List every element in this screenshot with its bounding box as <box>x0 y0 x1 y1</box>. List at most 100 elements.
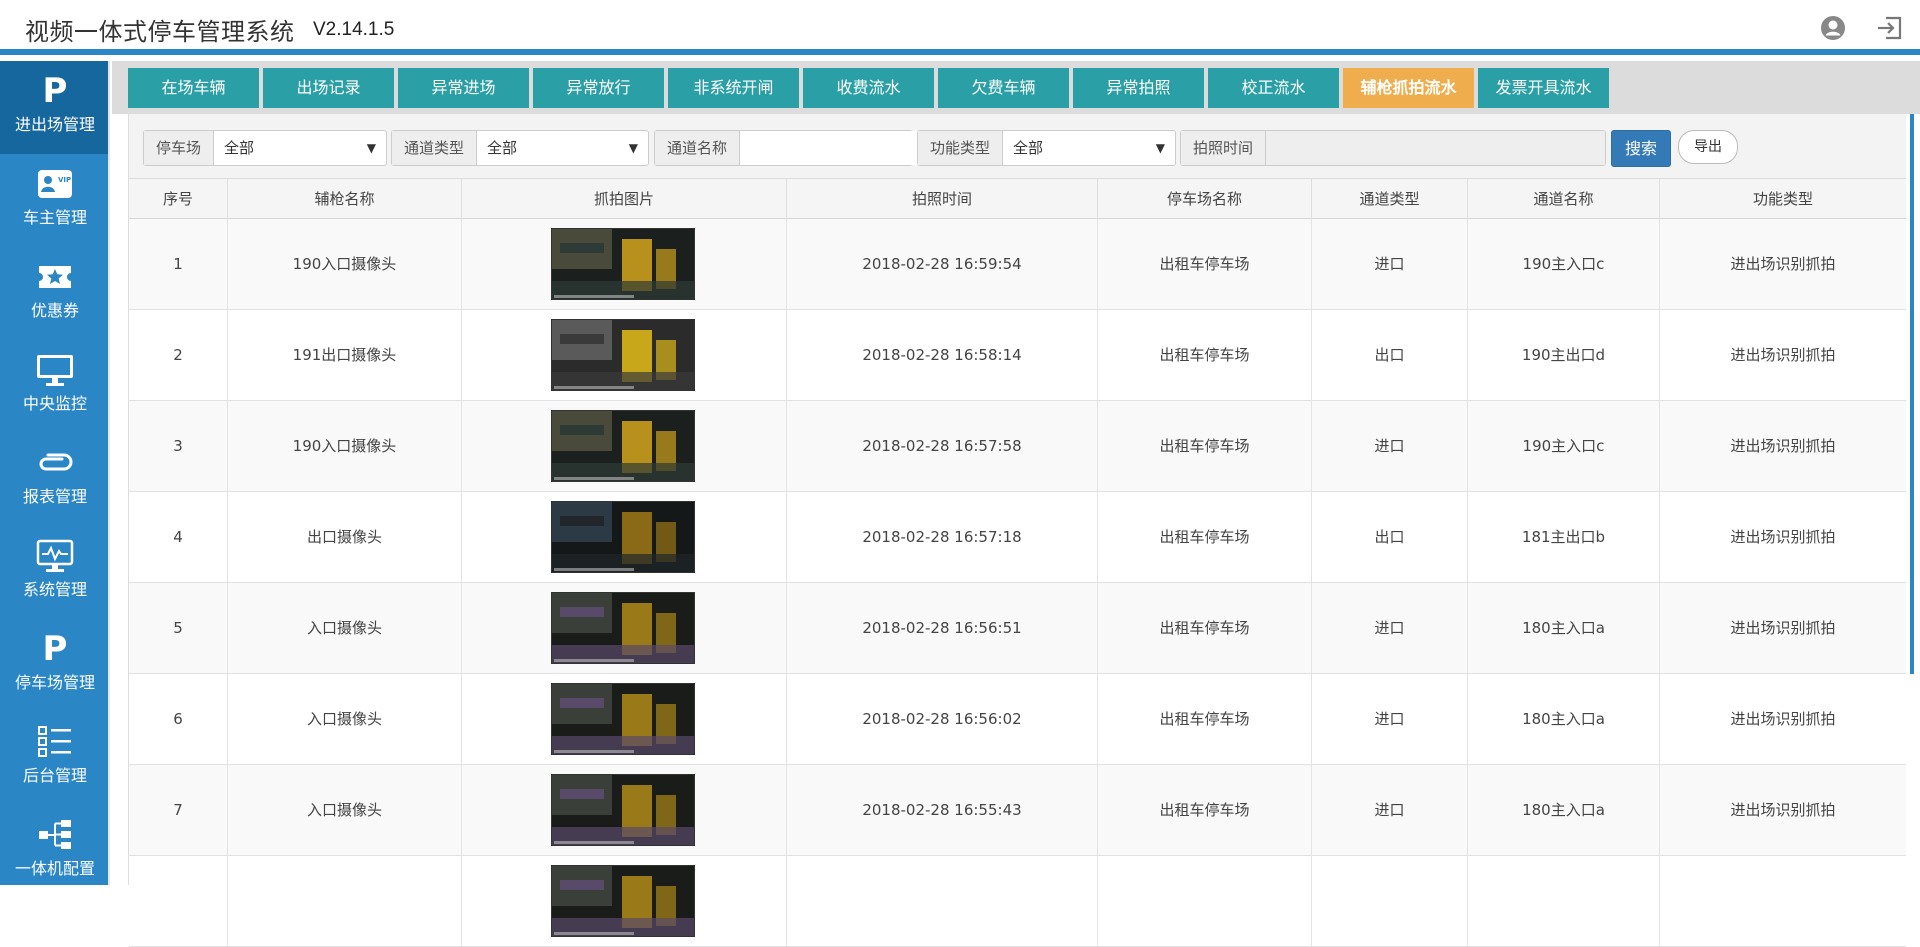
cell-capture-image <box>462 674 787 765</box>
list-icon <box>0 720 108 764</box>
function-type-filter: 功能类型 全部 ▼ <box>917 130 1176 166</box>
cell-no: 7 <box>129 765 228 856</box>
table-row <box>129 856 1906 947</box>
scrollbar[interactable] <box>1910 114 1914 674</box>
sidebar-item-label: 进出场管理 <box>14 115 95 134</box>
photo-time-input[interactable] <box>1266 131 1605 165</box>
cell-channel-name: 180主入口a <box>1468 674 1660 765</box>
content-panel: 停车场 全部 ▼ 通道类型 全部 ▼ 通道名称 功能类型 全部 ▼ 拍照时间 搜… <box>128 114 1914 947</box>
capture-thumbnail[interactable] <box>551 683 695 755</box>
sidebar-item-label: 报表管理 <box>22 487 87 506</box>
logout-icon[interactable] <box>1876 15 1904 41</box>
capture-thumbnail[interactable] <box>551 592 695 664</box>
capture-thumbnail[interactable] <box>551 501 695 573</box>
header-channel-name: 通道名称 <box>1468 179 1660 219</box>
table-row: 6 入口摄像头 2018-02-28 16:56:02 出租车停车场 进口 180主入口a… <box>129 674 1906 765</box>
cell-parking-name: 出租车停车场 <box>1098 401 1312 492</box>
sidebar-item-label: 系统管理 <box>22 580 87 599</box>
table-row: 2 191出口摄像头 2018-02-28 16:58:14 出租车停车场 出口 190主… <box>129 310 1906 401</box>
capture-thumbnail[interactable] <box>551 319 695 391</box>
channel-type-select[interactable]: 全部 ▼ <box>477 131 648 165</box>
tab-on-site-vehicles[interactable]: 在场车辆 <box>128 68 259 108</box>
sidebar-item-coupons[interactable]: 优惠券 <box>0 247 108 340</box>
channel-type-filter: 通道类型 全部 ▼ <box>391 130 649 166</box>
channel-name-filter-label: 通道名称 <box>655 131 741 165</box>
cell-capture-image <box>462 583 787 674</box>
photo-time-filter: 拍照时间 <box>1180 130 1606 166</box>
cell-photo-time: 2018-02-28 16:57:18 <box>787 492 1098 583</box>
sidebar-item-owners[interactable]: VIP 车主管理 <box>0 154 108 247</box>
capture-thumbnail[interactable] <box>551 410 695 482</box>
capture-thumbnail[interactable] <box>551 865 695 937</box>
sidebar-item-backend[interactable]: 后台管理 <box>0 712 108 805</box>
tab-abnormal-release[interactable]: 异常放行 <box>533 68 664 108</box>
cell-channel-name: 190主入口c <box>1468 401 1660 492</box>
cell-channel-name: 190主入口c <box>1468 219 1660 310</box>
tab-aux-camera-capture[interactable]: 辅枪抓拍流水 <box>1343 68 1474 108</box>
cell-no: 4 <box>129 492 228 583</box>
sidebar-item-label: 后台管理 <box>22 766 87 785</box>
cell-channel-name: 180主入口a <box>1468 583 1660 674</box>
cell-channel-name: 190主出口d <box>1468 310 1660 401</box>
sidebar-item-label: 一体机配置 <box>14 859 95 878</box>
sidebar-item-monitoring[interactable]: 中央监控 <box>0 340 108 433</box>
table-header: 序号 辅枪名称 抓拍图片 拍照时间 停车场名称 通道类型 通道名称 功能类型 <box>129 179 1906 219</box>
header-photo-time: 拍照时间 <box>787 179 1098 219</box>
app-title: 视频一体式停车管理系统 <box>25 18 295 46</box>
cell-camera-name <box>228 856 462 947</box>
sidebar-item-entry-exit[interactable]: P 进出场管理 <box>0 61 108 154</box>
tab-exit-records[interactable]: 出场记录 <box>263 68 394 108</box>
cell-function-type: 进出场识别抓拍 <box>1730 437 1836 455</box>
user-circle-icon[interactable] <box>1820 15 1846 41</box>
sidebar-item-device-config[interactable]: 一体机配置 <box>0 805 108 885</box>
tab-arrears-vehicles[interactable]: 欠费车辆 <box>938 68 1069 108</box>
photo-time-filter-label: 拍照时间 <box>1181 131 1267 165</box>
header-parking-name: 停车场名称 <box>1098 179 1312 219</box>
app-header: 视频一体式停车管理系统 V2.14.1.5 <box>0 0 1920 55</box>
capture-thumbnail[interactable] <box>551 774 695 846</box>
sidebar-item-reports[interactable]: 报表管理 <box>0 433 108 526</box>
table-row: 4 出口摄像头 2018-02-28 16:57:18 出租车停车场 出口 181主出口b… <box>129 492 1906 583</box>
cell-channel-type: 出口 <box>1312 492 1468 583</box>
tab-correction-flow[interactable]: 校正流水 <box>1208 68 1339 108</box>
tab-invoice-flow[interactable]: 发票开具流水 <box>1478 68 1609 108</box>
cell-photo-time: 2018-02-28 16:55:43 <box>787 765 1098 856</box>
sidebar: P 进出场管理 VIP 车主管理 优惠券 中央监控 报表管理 系统管理 P 停车… <box>0 61 110 885</box>
tab-abnormal-entry[interactable]: 异常进场 <box>398 68 529 108</box>
cell-parking-name: 出租车停车场 <box>1098 492 1312 583</box>
cell-channel-type <box>1312 856 1468 947</box>
paperclip-icon <box>0 441 108 485</box>
tab-abnormal-photos[interactable]: 异常拍照 <box>1073 68 1204 108</box>
cell-photo-time: 2018-02-28 16:57:58 <box>787 401 1098 492</box>
sidebar-item-label: 优惠券 <box>30 301 79 320</box>
cell-channel-name: 181主出口b <box>1468 492 1660 583</box>
header-no: 序号 <box>129 179 228 219</box>
cell-channel-type: 进口 <box>1312 219 1468 310</box>
cell-camera-name: 入口摄像头 <box>228 674 462 765</box>
channel-type-select-value: 全部 <box>487 139 518 157</box>
cell-no: 3 <box>129 401 228 492</box>
header-capture-image: 抓拍图片 <box>462 179 787 219</box>
cell-function-type: 进出场识别抓拍 <box>1730 528 1836 546</box>
channel-name-input[interactable] <box>740 131 943 165</box>
sidebar-item-parking-lot[interactable]: P 停车场管理 <box>0 619 108 712</box>
vip-card-icon: VIP <box>0 162 108 206</box>
cell-no: 6 <box>129 674 228 765</box>
capture-thumbnail[interactable] <box>551 228 695 300</box>
parking-select[interactable]: 全部 ▼ <box>214 131 386 165</box>
search-button[interactable]: 搜索 <box>1611 130 1671 167</box>
cell-camera-name: 入口摄像头 <box>228 765 462 856</box>
function-type-select[interactable]: 全部 ▼ <box>1003 131 1175 165</box>
export-button[interactable]: 导出 <box>1678 130 1738 164</box>
cell-parking-name: 出租车停车场 <box>1098 310 1312 401</box>
cell-photo-time: 2018-02-28 16:56:02 <box>787 674 1098 765</box>
tab-non-system-gate[interactable]: 非系统开闸 <box>668 68 799 108</box>
cell-parking-name: 出租车停车场 <box>1098 583 1312 674</box>
cell-no: 2 <box>129 310 228 401</box>
filter-bar: 停车场 全部 ▼ 通道类型 全部 ▼ 通道名称 功能类型 全部 ▼ 拍照时间 搜… <box>129 114 1906 179</box>
tab-payment-flow[interactable]: 收费流水 <box>803 68 934 108</box>
sidebar-item-system[interactable]: 系统管理 <box>0 526 108 619</box>
cell-capture-image <box>462 765 787 856</box>
cell-no: 1 <box>129 219 228 310</box>
sidebar-item-label: 中央监控 <box>22 394 87 413</box>
